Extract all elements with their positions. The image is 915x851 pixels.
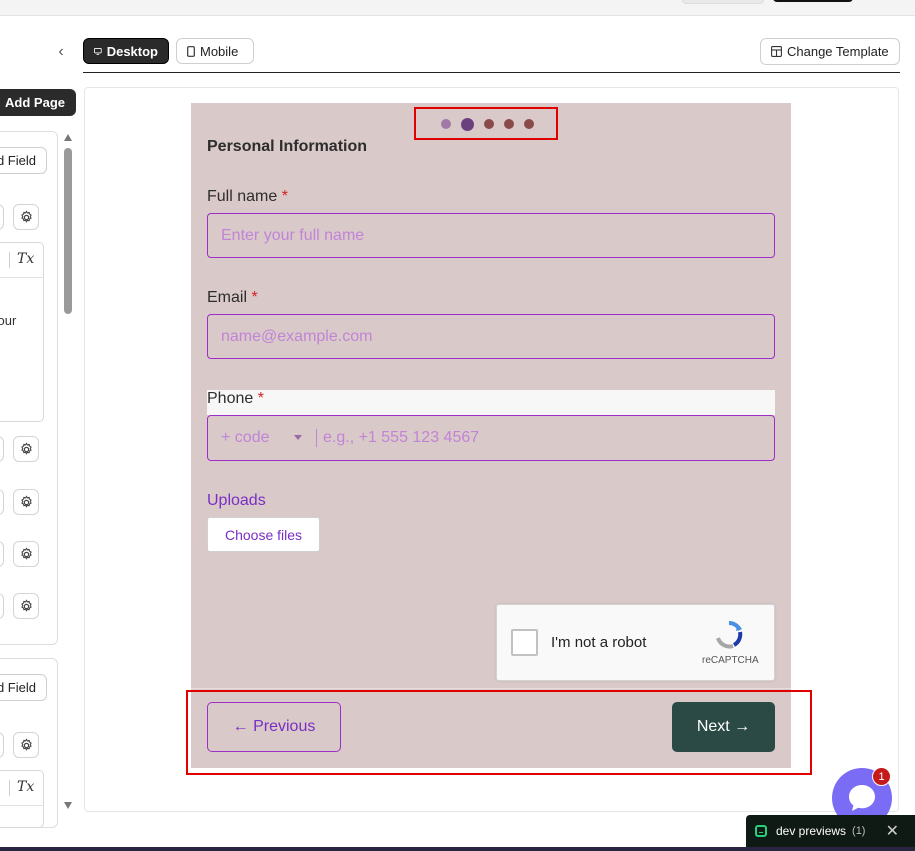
clear-format-icon[interactable]: Tx — [17, 779, 34, 795]
top-bar-primary-button[interactable] — [773, 0, 853, 2]
editor-toolbar: Tx — [0, 771, 43, 806]
collapse-sidebar-button[interactable]: ‹ — [52, 42, 70, 62]
field-settings-button[interactable] — [13, 204, 39, 230]
gear-icon — [20, 209, 32, 223]
recaptcha-text: I'm not a robot — [551, 634, 647, 651]
field-action-button[interactable] — [0, 204, 4, 230]
mobile-view-label: Mobile — [200, 43, 239, 59]
monitor-icon — [94, 47, 102, 55]
desktop-view-button[interactable]: Desktop — [83, 38, 169, 64]
dev-previews-count: (1) — [852, 825, 866, 837]
section-title: Personal Information — [207, 138, 368, 155]
add-field-label: d Field — [0, 153, 36, 168]
rich-text-editor[interactable]: Tx your — [0, 242, 44, 422]
field-action-button[interactable] — [0, 593, 4, 619]
top-app-bar — [0, 0, 915, 16]
chevron-left-icon: ‹ — [58, 43, 64, 60]
phone-input[interactable] — [317, 416, 774, 460]
field-action-button[interactable] — [0, 732, 4, 758]
email-label: Email * — [207, 289, 258, 306]
desktop-view-label: Desktop — [106, 43, 158, 59]
recaptcha-brand: reCAPTCHA — [702, 655, 759, 666]
country-code-placeholder: + code — [221, 429, 270, 446]
header-divider — [83, 72, 900, 73]
phone-label: Phone * — [207, 390, 264, 407]
dev-previews-label: dev previews — [776, 824, 847, 838]
required-marker: * — [251, 289, 258, 306]
field-action-button[interactable] — [0, 541, 4, 567]
scroll-down-arrow[interactable] — [64, 802, 72, 809]
field-settings-button[interactable] — [13, 436, 39, 462]
field-action-button[interactable] — [0, 489, 4, 515]
choose-files-button[interactable]: Choose files — [207, 517, 320, 552]
field-settings-button[interactable] — [13, 489, 39, 515]
gear-icon — [20, 441, 32, 455]
gear-icon — [20, 546, 32, 560]
step-indicator-highlight — [414, 107, 558, 140]
change-template-button[interactable]: Change Template — [760, 38, 900, 65]
required-marker: * — [257, 390, 264, 407]
add-field-button-2[interactable]: d Field — [0, 674, 47, 701]
close-icon[interactable]: ✕ — [886, 821, 899, 841]
phone-icon — [187, 45, 195, 57]
caret-down-icon — [294, 435, 302, 440]
field-settings-button[interactable] — [13, 732, 39, 758]
clear-format-icon[interactable]: Tx — [17, 251, 34, 267]
recaptcha-checkbox[interactable] — [511, 629, 538, 656]
change-template-label: Change Template — [787, 44, 889, 59]
template-icon — [771, 46, 782, 57]
email-input[interactable] — [207, 314, 775, 359]
add-page-label: Add Page — [5, 95, 65, 110]
country-code-select[interactable]: + code — [208, 416, 302, 460]
gear-icon — [20, 494, 32, 508]
recaptcha-logo-icon — [716, 620, 743, 649]
chat-notification-badge: 1 — [872, 767, 891, 786]
add-field-button-1[interactable]: d Field — [0, 147, 47, 174]
field-action-button[interactable] — [0, 436, 4, 462]
recaptcha-widget: I'm not a robot reCAPTCHA — [496, 604, 775, 681]
phone-label-background — [207, 390, 775, 415]
scroll-up-arrow[interactable] — [64, 134, 72, 141]
full-name-label: Full name * — [207, 188, 288, 205]
top-bar-secondary-button[interactable] — [682, 0, 764, 4]
uploads-label: Uploads — [207, 492, 266, 509]
required-marker: * — [281, 188, 288, 205]
nav-divider — [191, 688, 791, 689]
chat-icon — [849, 785, 875, 811]
full-name-input[interactable] — [207, 213, 775, 258]
field-settings-button[interactable] — [13, 541, 39, 567]
dev-previews-toast[interactable]: dev previews (1) ✕ — [746, 815, 915, 847]
navigation-highlight — [186, 690, 812, 775]
add-field-label: d Field — [0, 680, 36, 695]
add-page-button[interactable]: Add Page — [0, 89, 76, 116]
editor-toolbar: Tx — [0, 243, 43, 278]
gear-icon — [20, 737, 32, 751]
sidebar-scrollbar[interactable] — [64, 148, 72, 314]
phone-field: + code — [207, 415, 775, 461]
editor-content: your — [0, 313, 17, 328]
mobile-view-button[interactable]: Mobile — [176, 38, 254, 64]
terminal-icon — [755, 825, 767, 837]
rich-text-editor-2[interactable]: Tx — [0, 770, 44, 828]
bottom-strip — [0, 847, 915, 851]
gear-icon — [20, 598, 32, 612]
field-settings-button[interactable] — [13, 593, 39, 619]
